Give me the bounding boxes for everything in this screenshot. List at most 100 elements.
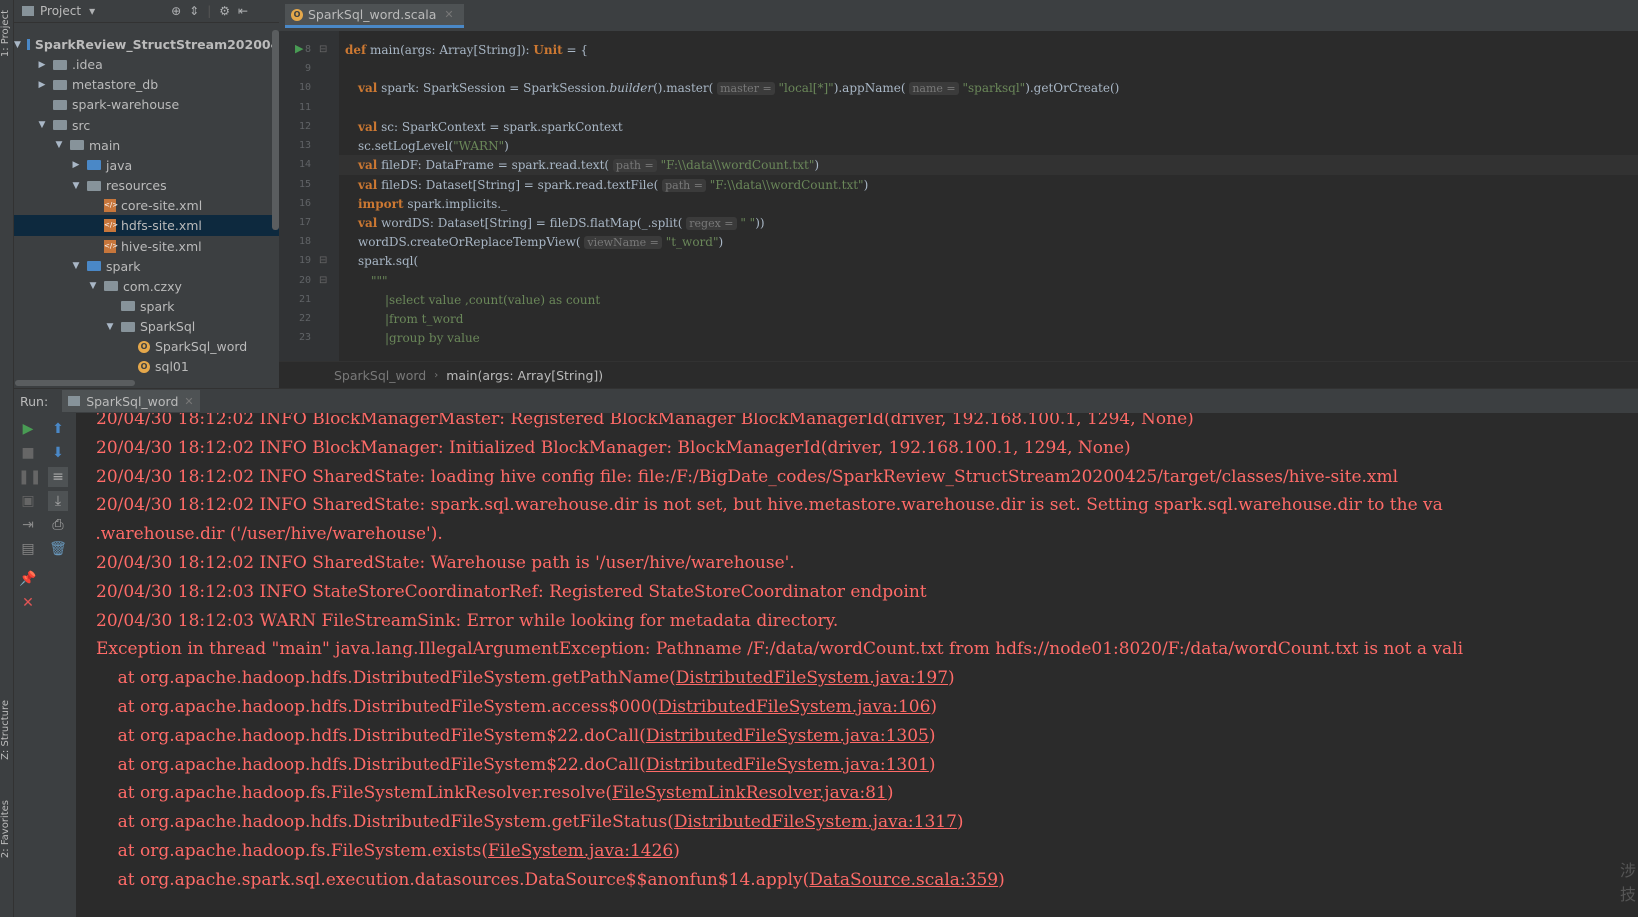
- line-number: 11: [298, 102, 311, 113]
- folder-icon: [53, 59, 67, 70]
- breadcrumb-separator: ›: [434, 370, 439, 381]
- line-number: 14: [298, 159, 311, 170]
- stop-icon[interactable]: ■: [18, 443, 38, 463]
- close-icon[interactable]: ✕: [444, 8, 453, 21]
- line-number: 13: [298, 140, 311, 151]
- stack-trace-prefix: at org.apache.hadoop.hdfs.DistributedFil…: [96, 754, 646, 775]
- stack-trace-link[interactable]: DistributedFileSystem.java:1305: [646, 726, 929, 746]
- chevron-down-icon[interactable]: ▼: [88, 281, 98, 291]
- editor-tab-sparksql-word[interactable]: O SparkSql_word.scala ✕: [285, 4, 464, 28]
- stack-trace-suffix: ): [673, 841, 680, 861]
- stack-trace-link[interactable]: DistributedFileSystem.java:197: [676, 668, 948, 688]
- chevron-down-icon[interactable]: ▼: [71, 261, 81, 271]
- project-tool-tab[interactable]: 1: Project: [0, 10, 13, 57]
- chevron-right-icon[interactable]: ▶: [71, 160, 81, 170]
- tree-item[interactable]: spark-warehouse: [14, 94, 279, 115]
- project-panel: Project ▾ ⊕ ⇕ | ⚙ ⇤ ▼ SparkReview_StructS…: [14, 0, 279, 388]
- tree-item[interactable]: ▼ spark: [14, 256, 279, 277]
- pause-icon[interactable]: ❚❚: [18, 467, 41, 487]
- tree-item[interactable]: ▼ SparkSql: [14, 316, 279, 337]
- line-number: 15: [298, 179, 311, 190]
- chevron-down-icon[interactable]: ▼: [54, 140, 64, 150]
- stack-trace-line: at org.apache.hadoop.fs.FileSystem.exist…: [96, 836, 680, 866]
- soft-wrap-icon[interactable]: ≡: [48, 467, 68, 487]
- close-run-icon[interactable]: ✕: [18, 593, 38, 613]
- fold-icon[interactable]: ⊟: [319, 44, 327, 55]
- code-editor[interactable]: def main(args: Array[String]): Unit = { …: [339, 31, 1638, 361]
- hide-panel-icon[interactable]: ⇤: [238, 4, 248, 18]
- run-panel-header: Run: SparkSql_word ✕: [14, 388, 1638, 414]
- stack-trace-link[interactable]: DistributedFileSystem.java:1301: [646, 755, 929, 775]
- chevron-down-icon[interactable]: ▼: [71, 181, 81, 191]
- arrow-up-icon[interactable]: ⬆: [48, 419, 68, 439]
- locate-target-icon[interactable]: ⊕: [171, 4, 181, 18]
- favorites-tool-tab[interactable]: 2: Favorites: [0, 800, 13, 858]
- tree-item-label: hdfs-site.xml: [121, 218, 202, 234]
- tree-item[interactable]: ▶ metastore_db: [14, 74, 279, 95]
- tree-item[interactable]: ▶ java: [14, 155, 279, 176]
- chevron-right-icon[interactable]: ▶: [37, 60, 47, 70]
- stack-trace-link[interactable]: FileSystemLinkResolver.java:81: [612, 783, 887, 803]
- project-view-selector[interactable]: Project: [40, 4, 81, 18]
- line-number: 17: [298, 217, 311, 228]
- tree-item[interactable]: ▼ main: [14, 135, 279, 156]
- pin-icon[interactable]: 📌: [18, 569, 38, 589]
- stack-trace-suffix: ): [886, 783, 894, 804]
- print-icon[interactable]: ⎙: [48, 515, 68, 535]
- scala-object-icon: O: [291, 8, 303, 21]
- tree-item[interactable]: spark: [14, 296, 279, 317]
- tree-item[interactable]: </> hdfs-site.xml: [14, 215, 279, 237]
- project-horizontal-scrollbar[interactable]: [15, 380, 135, 386]
- gear-icon[interactable]: ⚙: [219, 4, 230, 18]
- stack-trace-link[interactable]: DataSource.scala:359: [809, 870, 998, 890]
- chevron-down-icon[interactable]: ▼: [105, 322, 115, 332]
- rerun-icon[interactable]: ▶: [18, 419, 38, 439]
- tree-item[interactable]: O SparkSql_word: [14, 336, 279, 357]
- run-label: Run:: [20, 393, 49, 409]
- folder-icon: [121, 321, 135, 332]
- tree-item[interactable]: ▼ resources: [14, 175, 279, 196]
- scroll-to-end-icon[interactable]: ⤓: [48, 491, 68, 511]
- tree-item[interactable]: ▼ src: [14, 115, 279, 136]
- fold-icon[interactable]: ⊟: [319, 275, 327, 286]
- code-line-12: val sc: SparkContext = spark.sparkContex…: [358, 120, 623, 134]
- tree-item[interactable]: ▼ SparkReview_StructStream20200425: [14, 34, 279, 55]
- breadcrumb: SparkSql_word › main(args: Array[String]…: [279, 361, 1638, 389]
- project-vertical-scrollbar[interactable]: [272, 30, 279, 230]
- console-line: 20/04/30 18:12:03 WARN FileStreamSink: E…: [96, 610, 839, 631]
- run-toolbar: ▶ ■ ❚❚ ▣ ⇥ ▤ 📌 ✕ ⬆ ⬇ ≡ ⤓ ⎙ 🗑: [14, 413, 76, 917]
- folder-icon: [104, 281, 118, 292]
- module-icon: [26, 39, 30, 50]
- tree-item[interactable]: </> core-site.xml: [14, 195, 279, 216]
- scala-object-icon: O: [138, 340, 150, 353]
- tree-item[interactable]: </> hive-site.xml: [14, 236, 279, 257]
- chevron-right-icon[interactable]: ▶: [37, 80, 47, 90]
- xml-file-icon: </>: [104, 239, 118, 253]
- stack-trace-link[interactable]: FileSystem.java:1426: [488, 841, 673, 861]
- code-line-23: |group by value: [385, 331, 480, 345]
- fold-icon[interactable]: ⊟: [319, 255, 327, 266]
- arrow-down-icon[interactable]: ⬇: [48, 443, 68, 463]
- run-tab-sparksql-word[interactable]: SparkSql_word ✕: [62, 390, 200, 412]
- chevron-down-icon[interactable]: ▼: [14, 40, 21, 50]
- tree-item-label: java: [106, 157, 133, 173]
- stack-trace-link[interactable]: DistributedFileSystem.java:1317: [674, 812, 957, 832]
- run-console[interactable]: 20/04/30 18:12:02 INFO BlockManagerMaste…: [76, 413, 1638, 917]
- layout-icon[interactable]: ▤: [18, 539, 38, 559]
- tree-item[interactable]: ▼ com.czxy: [14, 276, 279, 297]
- chevron-down-icon[interactable]: ▼: [37, 120, 47, 130]
- breadcrumb-method[interactable]: main(args: Array[String]): [446, 368, 603, 383]
- close-icon[interactable]: ✕: [184, 395, 193, 408]
- tree-item[interactable]: Osql01: [14, 356, 279, 377]
- trash-icon[interactable]: 🗑: [48, 539, 68, 559]
- structure-tool-tab[interactable]: Z: Structure: [0, 700, 13, 760]
- breadcrumb-file[interactable]: SparkSql_word: [334, 368, 426, 383]
- tree-item[interactable]: ▶ .idea: [14, 54, 279, 75]
- dump-threads-icon[interactable]: ▣: [18, 491, 38, 511]
- code-line-22: |from t_word: [385, 312, 464, 326]
- stack-trace-link[interactable]: DistributedFileSystem.java:106: [658, 697, 930, 717]
- stack-trace-suffix: ): [998, 869, 1005, 890]
- chevron-down-icon[interactable]: ▾: [89, 4, 95, 18]
- collapse-all-icon[interactable]: ⇕: [189, 4, 199, 18]
- exit-icon[interactable]: ⇥: [18, 515, 38, 535]
